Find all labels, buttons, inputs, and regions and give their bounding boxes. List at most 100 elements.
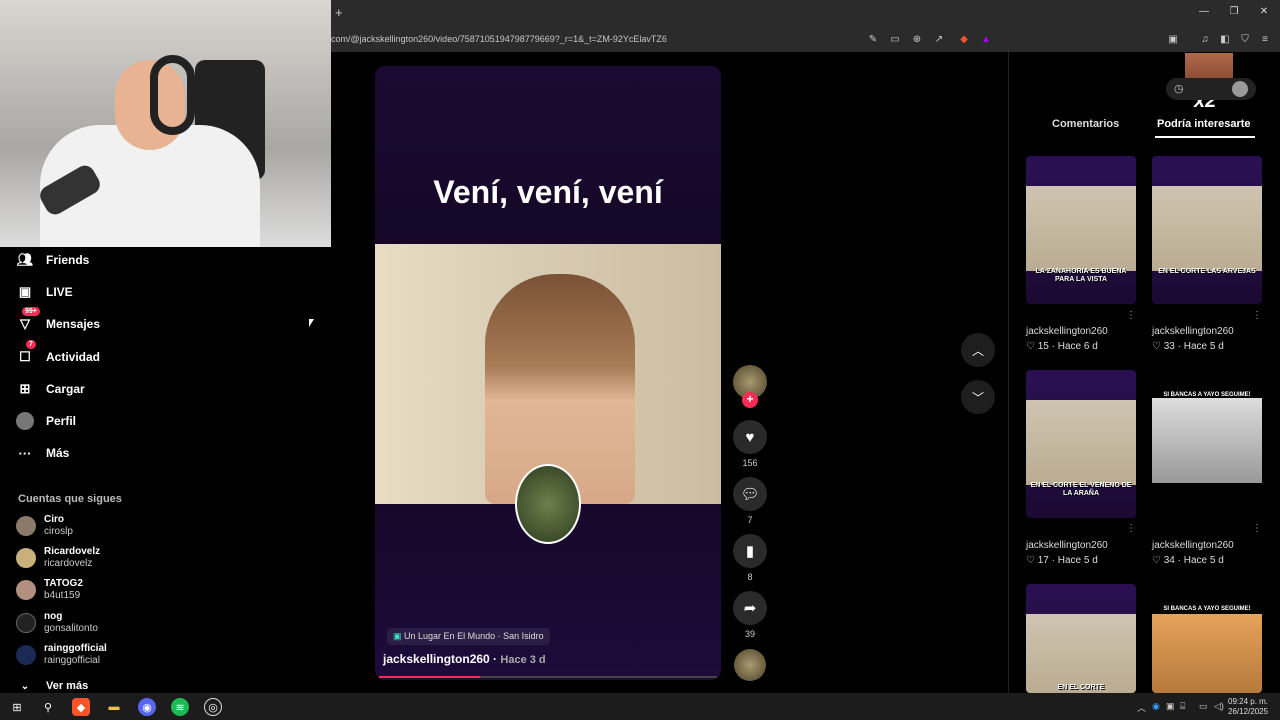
share-icon[interactable]: ↗ <box>932 33 946 47</box>
follow-plus-icon[interactable]: + <box>742 392 758 408</box>
tray-volume-icon[interactable]: ◁) <box>1214 701 1224 712</box>
menu-icon[interactable]: ≡ <box>1258 33 1272 47</box>
messages-icon: ▽ 99+ <box>16 307 40 333</box>
tray-steam-icon[interactable]: ◉ <box>1152 701 1160 712</box>
followed-account[interactable]: Ciro ciroslp <box>16 512 73 540</box>
sound-disc-icon[interactable] <box>734 649 766 681</box>
share-arrow-icon[interactable]: ➦ <box>733 591 767 625</box>
suggestion-age: Hace 6 d <box>1057 341 1098 352</box>
suggestion-user[interactable]: jackskellington260 <box>1152 326 1234 337</box>
comment-count: 7 <box>747 515 753 525</box>
rewards-icon[interactable]: ▲ <box>979 33 993 47</box>
suggestion-likes: 33 <box>1163 341 1175 352</box>
suggestion-age: Hace 5 d <box>1183 555 1224 566</box>
followed-account[interactable]: TATOG2 b4ut159 <box>16 576 83 604</box>
avatar <box>16 613 36 633</box>
sidebar-item-friends[interactable]: 👥︎ Friends <box>16 248 90 272</box>
followed-account[interactable]: rainggofficial rainggofficial <box>16 641 107 669</box>
vpn-icon[interactable]: ⛉ <box>1238 33 1252 47</box>
sidebar-item-messages[interactable]: ▽ 99+ Mensajes <box>16 307 100 336</box>
suggestion-meta: ♡ 33 · Hace 5 d <box>1152 341 1224 352</box>
live-icon: ▣ <box>18 284 32 299</box>
discord-icon[interactable]: ◉ <box>138 698 156 716</box>
clock-date: 26/12/2025 <box>1228 707 1269 716</box>
sidebar-item-label: Perfil <box>46 414 77 428</box>
taskbar-clock[interactable]: 09:24 p. m. 26/12/2025 <box>1228 697 1268 717</box>
brave-browser-icon[interactable]: ◆ <box>72 698 90 716</box>
like-action[interactable]: ♥ 156 <box>733 420 767 468</box>
tab-suggested[interactable]: Podría interesarte <box>1157 118 1251 130</box>
author-name[interactable]: jackskellington260 <box>383 652 490 666</box>
more-icon: ··· <box>18 445 32 461</box>
file-explorer-icon[interactable]: ▬ <box>105 698 123 716</box>
account-handle: ciroslp <box>44 526 73 537</box>
bookmark-icon[interactable]: ▮ <box>733 534 767 568</box>
more-options-icon[interactable]: ⋮ <box>1126 523 1136 534</box>
next-video-button[interactable]: ﹀ <box>961 380 995 414</box>
comment-icon[interactable]: 💬︎ <box>733 477 767 511</box>
sidebar-item-live[interactable]: ▣ LIVE <box>16 280 73 304</box>
pill-controls[interactable]: ◷ <box>1166 78 1256 100</box>
tray-chevron-icon[interactable]: ︿ <box>1137 701 1146 714</box>
sidebar-item-more[interactable]: ··· Más <box>16 441 70 465</box>
suggestion-likes: 17 <box>1037 555 1049 566</box>
followed-account[interactable]: Ricardovelz ricardovelz <box>16 544 100 572</box>
location-tag[interactable]: ▣ Un Lugar En El Mundo · San Isidro <box>387 628 550 645</box>
suggested-video-thumbnail[interactable]: SI BANCAS A YAYO SEGUIME! <box>1152 370 1262 518</box>
more-options-icon[interactable]: ⋮ <box>1252 310 1262 321</box>
reader-icon[interactable]: ✎ <box>866 33 880 47</box>
sidebar-item-upload[interactable]: ⊞ Cargar <box>16 377 85 401</box>
suggested-video-thumbnail[interactable]: LA ZANAHORIA ES BUENA PARA LA VISTA <box>1026 156 1136 304</box>
avatar <box>16 645 36 665</box>
url-text[interactable]: com/@jackskellington260/video/7587105194… <box>331 34 667 44</box>
brave-shield-icon[interactable]: ◆ <box>957 33 971 47</box>
windows-start-icon[interactable]: ⊞ <box>8 698 26 716</box>
sidebar-toggle-icon[interactable]: ▣ <box>1166 33 1180 47</box>
thumbnail-caption: EN EL CORTE <box>1057 684 1105 691</box>
tray-app-icon[interactable]: ▣ <box>1166 701 1175 712</box>
tray-display-icon[interactable]: ▭ <box>1199 701 1208 712</box>
avatar <box>16 516 36 536</box>
cast-icon[interactable]: ▭ <box>888 33 902 47</box>
spotify-icon[interactable]: ≋ <box>171 698 189 716</box>
followed-account[interactable]: nog gonsalitonto <box>16 609 98 637</box>
sidebar-item-profile[interactable]: Perfil <box>16 409 76 433</box>
location-icon: ▣ <box>393 631 402 641</box>
suggested-video-thumbnail[interactable]: EN EL CORTE EL VENENO DE LA ARAÑA <box>1026 370 1136 518</box>
suggested-video-thumbnail[interactable]: EN EL CORTE LAS ARVEJAS <box>1152 156 1262 304</box>
thumbnail-caption: EN EL CORTE EL VENENO DE LA ARAÑA <box>1030 482 1132 497</box>
close-icon[interactable]: ✕ <box>1250 6 1278 17</box>
suggested-video-thumbnail[interactable]: SI BANCAS A YAYO SEGUIME! <box>1152 584 1262 693</box>
heart-icon[interactable]: ♥ <box>733 420 767 454</box>
video-author[interactable]: jackskellington260 · Hace 3 d <box>383 652 546 666</box>
obs-icon[interactable]: ◎ <box>204 698 222 716</box>
save-action[interactable]: ▮ 8 <box>733 534 767 582</box>
suggestion-user[interactable]: jackskellington260 <box>1152 540 1234 551</box>
share-action[interactable]: ➦ 39 <box>733 591 767 639</box>
music-icon[interactable]: ♫ <box>1198 33 1212 47</box>
search-icon[interactable]: ⚲ <box>39 698 57 716</box>
account-name: Ricardovelz <box>44 546 101 557</box>
sidebar-item-activity[interactable]: ☐ 7 Actividad <box>16 340 100 369</box>
clock-icon[interactable]: ◷ <box>1174 82 1184 95</box>
suggestion-user[interactable]: jackskellington260 <box>1026 326 1108 337</box>
more-options-icon[interactable]: ⋮ <box>1252 523 1262 534</box>
panel-icon[interactable]: ◧ <box>1218 33 1232 47</box>
account-avatar[interactable] <box>1232 81 1248 97</box>
webcam-overlay <box>0 0 331 247</box>
new-tab-button[interactable]: + <box>335 5 343 20</box>
following-title: Cuentas que sigues <box>18 493 122 505</box>
restore-icon[interactable]: ❐ <box>1220 6 1248 17</box>
video-progress-fill <box>379 676 481 678</box>
comment-action[interactable]: 💬︎ 7 <box>733 477 767 525</box>
suggested-video-thumbnail[interactable]: EN EL CORTE <box>1026 584 1136 693</box>
zoom-icon[interactable]: ⊕ <box>910 33 924 47</box>
tray-network-icon[interactable]: ⌸ <box>1180 701 1185 712</box>
previous-video-button[interactable]: ︿ <box>961 333 995 367</box>
more-options-icon[interactable]: ⋮ <box>1126 310 1136 321</box>
tab-comments[interactable]: Comentarios <box>1052 118 1119 130</box>
suggestion-user[interactable]: jackskellington260 <box>1026 540 1108 551</box>
video-player[interactable]: Vení, vení, vení ▣ Un Lugar En El Mundo … <box>375 66 721 680</box>
minimize-icon[interactable]: — <box>1190 6 1218 17</box>
video-progress-bar[interactable] <box>379 676 717 678</box>
